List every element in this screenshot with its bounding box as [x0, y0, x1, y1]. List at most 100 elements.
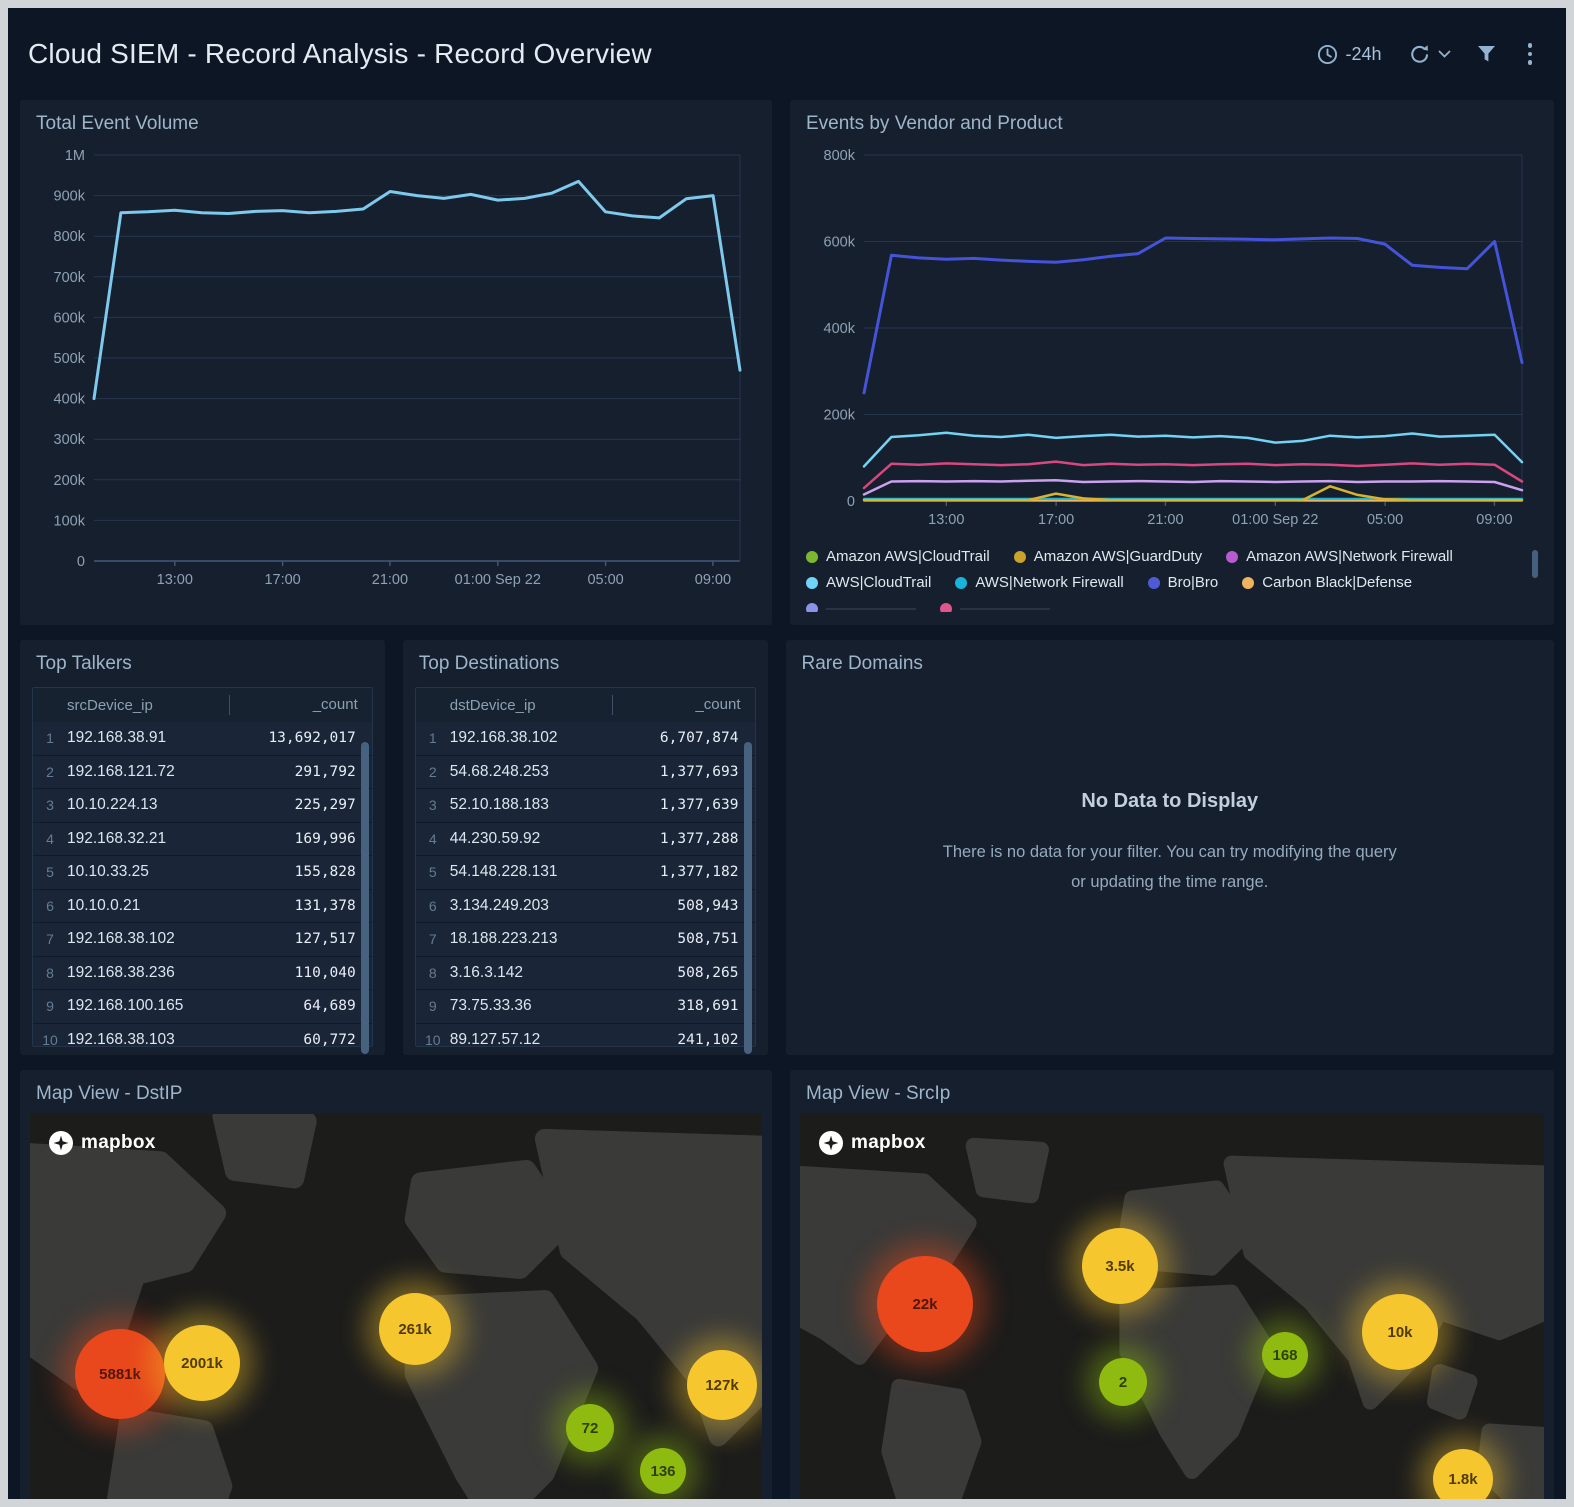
- table-row: 83.16.3.142508,265: [416, 957, 755, 991]
- map-bubble[interactable]: 5881k: [75, 1329, 165, 1419]
- map-bubble[interactable]: 136: [640, 1448, 686, 1494]
- panel-map-srcip: Map View - SrcIp mapbox 22k3.5k216810k1.…: [790, 1070, 1554, 1499]
- table-header: srcDevice_ip_count: [33, 688, 372, 722]
- map-bubble[interactable]: 2001k: [164, 1325, 240, 1401]
- dashboard-header: Cloud SIEM - Record Analysis - Record Ov…: [8, 8, 1566, 100]
- mapbox-icon: [818, 1130, 844, 1156]
- svg-text:0: 0: [847, 494, 855, 510]
- legend-item-clipped[interactable]: ——————: [806, 600, 916, 612]
- table-row: 1192.168.38.9113,692,017: [33, 722, 372, 756]
- svg-text:900k: 900k: [54, 189, 86, 205]
- svg-text:600k: 600k: [54, 310, 86, 326]
- svg-text:0: 0: [77, 554, 85, 570]
- legend-item[interactable]: Amazon AWS|Network Firewall: [1226, 548, 1453, 565]
- svg-text:17:00: 17:00: [264, 572, 300, 588]
- legend-dot: [955, 577, 967, 589]
- legend-item[interactable]: Bro|Bro: [1148, 574, 1219, 591]
- legend-dot: [1014, 551, 1026, 563]
- no-data-text-line2: or updating the time range.: [786, 869, 1554, 895]
- table-row: 444.230.59.921,377,288: [416, 823, 755, 857]
- mapbox-logo[interactable]: mapbox: [818, 1130, 926, 1156]
- panel-title: Top Talkers: [20, 640, 385, 681]
- map-dstip[interactable]: mapbox 5881k2001k 261k 127k 72 136: [30, 1114, 762, 1499]
- time-range-control[interactable]: -24h: [1317, 44, 1381, 65]
- chevron-down-icon: [1438, 50, 1451, 59]
- mapbox-logo[interactable]: mapbox: [48, 1130, 156, 1156]
- panel-title: Map View - DstIP: [20, 1070, 772, 1111]
- table-row: 718.188.223.213508,751: [416, 923, 755, 957]
- kebab-menu-icon[interactable]: [1522, 41, 1539, 67]
- svg-text:05:00: 05:00: [587, 572, 623, 588]
- table-row: 973.75.33.36318,691: [416, 990, 755, 1024]
- panel-title: Top Destinations: [403, 640, 768, 681]
- col-count-header[interactable]: _count: [612, 695, 755, 715]
- panel-title: Map View - SrcIp: [790, 1070, 1554, 1111]
- svg-text:600k: 600k: [824, 235, 856, 251]
- svg-text:400k: 400k: [824, 321, 856, 337]
- legend-scrollbar[interactable]: [1532, 550, 1538, 578]
- table-scrollbar[interactable]: [361, 742, 369, 1054]
- svg-text:1M: 1M: [65, 148, 85, 164]
- mapbox-icon: [48, 1130, 74, 1156]
- legend-item[interactable]: Amazon AWS|GuardDuty: [1014, 548, 1202, 565]
- total-event-volume-chart[interactable]: 0100k200k300k400k500k600k700k800k900k1M1…: [36, 143, 754, 595]
- table-row: 310.10.224.13225,297: [33, 789, 372, 823]
- svg-text:09:00: 09:00: [1476, 512, 1512, 528]
- svg-text:200k: 200k: [824, 408, 856, 424]
- legend-item[interactable]: AWS|CloudTrail: [806, 574, 931, 591]
- svg-text:05:00: 05:00: [1367, 512, 1403, 528]
- page-title: Cloud SIEM - Record Analysis - Record Ov…: [28, 38, 652, 70]
- svg-text:21:00: 21:00: [372, 572, 408, 588]
- table-row: 7192.168.38.102127,517: [33, 923, 372, 957]
- panel-title: Total Event Volume: [20, 100, 772, 141]
- map-srcip[interactable]: mapbox 22k3.5k216810k1.8k: [800, 1114, 1544, 1499]
- col-ip-header[interactable]: srcDevice_ip: [67, 697, 229, 714]
- panel-total-event-volume: Total Event Volume 0100k200k300k400k500k…: [20, 100, 772, 625]
- table-row: 510.10.33.25155,828: [33, 856, 372, 890]
- col-ip-header[interactable]: dstDevice_ip: [450, 697, 612, 714]
- col-count-header[interactable]: _count: [229, 695, 372, 715]
- map-bubble[interactable]: 3.5k: [1082, 1228, 1158, 1304]
- svg-text:800k: 800k: [824, 148, 856, 164]
- panel-top-talkers: Top Talkers srcDevice_ip_count 1192.168.…: [20, 640, 385, 1055]
- table-row: 254.68.248.2531,377,693: [416, 756, 755, 790]
- table-row: 352.10.188.1831,377,639: [416, 789, 755, 823]
- map-bubble[interactable]: 127k: [687, 1350, 757, 1420]
- top-talkers-table: srcDevice_ip_count 1192.168.38.9113,692,…: [32, 687, 373, 1047]
- svg-text:09:00: 09:00: [695, 572, 731, 588]
- svg-text:400k: 400k: [54, 392, 86, 408]
- refresh-control[interactable]: [1408, 44, 1451, 65]
- map-bubble[interactable]: 261k: [379, 1293, 451, 1365]
- table-row: 10192.168.38.10360,772: [33, 1024, 372, 1047]
- svg-text:17:00: 17:00: [1038, 512, 1074, 528]
- legend-item[interactable]: Carbon Black|Defense: [1242, 574, 1412, 591]
- legend-dot: [806, 603, 818, 613]
- top-destinations-table: dstDevice_ip_count 1192.168.38.1026,707,…: [415, 687, 756, 1047]
- refresh-icon: [1408, 44, 1431, 65]
- panel-top-destinations: Top Destinations dstDevice_ip_count 1192…: [403, 640, 768, 1055]
- table-header: dstDevice_ip_count: [416, 688, 755, 722]
- table-scrollbar[interactable]: [744, 742, 752, 1054]
- svg-text:500k: 500k: [54, 351, 86, 367]
- map-bubble[interactable]: 22k: [877, 1256, 973, 1352]
- legend-dot: [806, 551, 818, 563]
- table-row: 1192.168.38.1026,707,874: [416, 722, 755, 756]
- filter-icon[interactable]: [1477, 45, 1496, 63]
- table-row: 9192.168.100.16564,689: [33, 990, 372, 1024]
- table-body: 1192.168.38.9113,692,0172192.168.121.722…: [33, 722, 372, 1046]
- legend-item-clipped[interactable]: ——————: [940, 600, 1050, 612]
- events-by-vendor-chart[interactable]: 0200k400k600k800k13:0017:0021:0001:00 Se…: [806, 143, 1536, 535]
- svg-text:800k: 800k: [54, 229, 86, 245]
- no-data-message: No Data to Display There is no data for …: [786, 790, 1554, 900]
- map-bubble[interactable]: 10k: [1362, 1294, 1438, 1370]
- panel-title: Events by Vendor and Product: [790, 100, 1554, 141]
- panel-title: Rare Domains: [786, 640, 1554, 681]
- panel-events-by-vendor: Events by Vendor and Product 0 200k 400k 60…: [790, 100, 1554, 625]
- map-bubble[interactable]: 72: [566, 1404, 614, 1452]
- legend-item[interactable]: Amazon AWS|CloudTrail: [806, 548, 990, 565]
- map-bubble[interactable]: 168: [1262, 1332, 1308, 1378]
- svg-text:300k: 300k: [54, 432, 86, 448]
- map-bubble[interactable]: 2: [1099, 1358, 1147, 1406]
- legend-item[interactable]: AWS|Network Firewall: [955, 574, 1123, 591]
- svg-text:01:00 Sep 22: 01:00 Sep 22: [1232, 512, 1318, 528]
